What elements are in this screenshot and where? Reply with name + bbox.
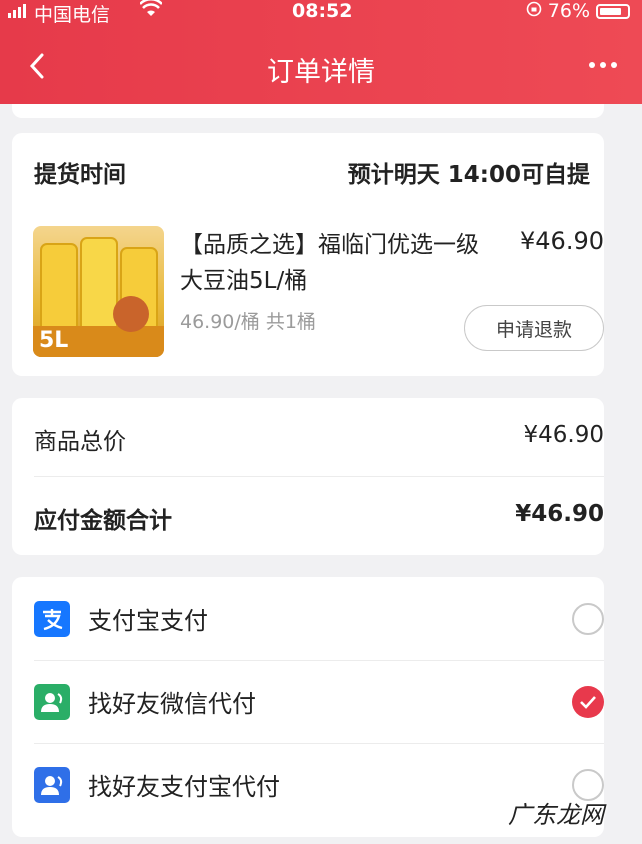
product-unit-info: 46.90/桶 共1桶 [180,311,316,333]
refund-button[interactable]: 申请退款 [464,305,604,351]
payment-option-label: 找好友支付宝代付 [88,773,280,801]
battery-icon [596,3,630,19]
header: 中国电信 08:52 76% 订单详情 [0,0,642,104]
payable-row: 应付金额合计 ¥46.90 [34,501,604,535]
rotation-lock-icon [526,0,542,22]
payable-label: 应付金额合计 [34,508,172,534]
status-bar: 中国电信 08:52 76% [0,0,642,26]
signal-icon [8,4,26,18]
pickup-time-value: 预计明天 14:00可自提 [347,162,590,188]
product-image[interactable]: 5L [33,226,164,357]
subtotal-value: ¥46.90 [523,422,604,448]
product-image-size: 5L [39,328,69,353]
payment-option-label: 找好友微信代付 [88,690,256,718]
carrier-text: 中国电信 [34,4,111,26]
battery-percent: 76% [547,0,590,22]
product-price: ¥46.90 [520,227,604,255]
wifi-icon [139,0,163,23]
wechat-friend-icon [34,683,70,720]
radio-unchecked-icon[interactable] [572,602,604,635]
product-name[interactable]: 【品质之选】福临门优选一级大豆油5L/桶 [180,227,490,299]
payment-option-wechat-friend[interactable]: 找好友微信代付 [34,660,604,743]
alipay-icon [34,600,70,637]
page-title: 订单详情 [267,57,375,88]
payment-option-label: 支付宝支付 [88,607,208,635]
order-item-card: 提货时间 预计明天 14:00可自提 5L 【品质之选】福临门优选一级大豆油5L… [12,133,604,376]
pickup-time-row: 提货时间 预计明天 14:00可自提 [34,155,590,189]
totals-card: 商品总价 ¥46.90 应付金额合计 ¥46.90 [12,398,604,555]
watermark: 广东龙网 [508,801,604,829]
clock: 08:52 [292,0,353,22]
payment-option-alipay[interactable]: 支付宝支付 [34,577,604,660]
radio-checked-icon[interactable] [572,685,604,718]
subtotal-label: 商品总价 [34,429,126,455]
payable-value: ¥46.90 [515,501,604,527]
divider [34,476,604,477]
subtotal-row: 商品总价 ¥46.90 [34,422,604,456]
more-button[interactable] [578,48,628,82]
alipay-friend-icon [34,766,70,803]
previous-card-bottom [12,104,604,118]
pickup-time-label: 提货时间 [34,162,126,188]
